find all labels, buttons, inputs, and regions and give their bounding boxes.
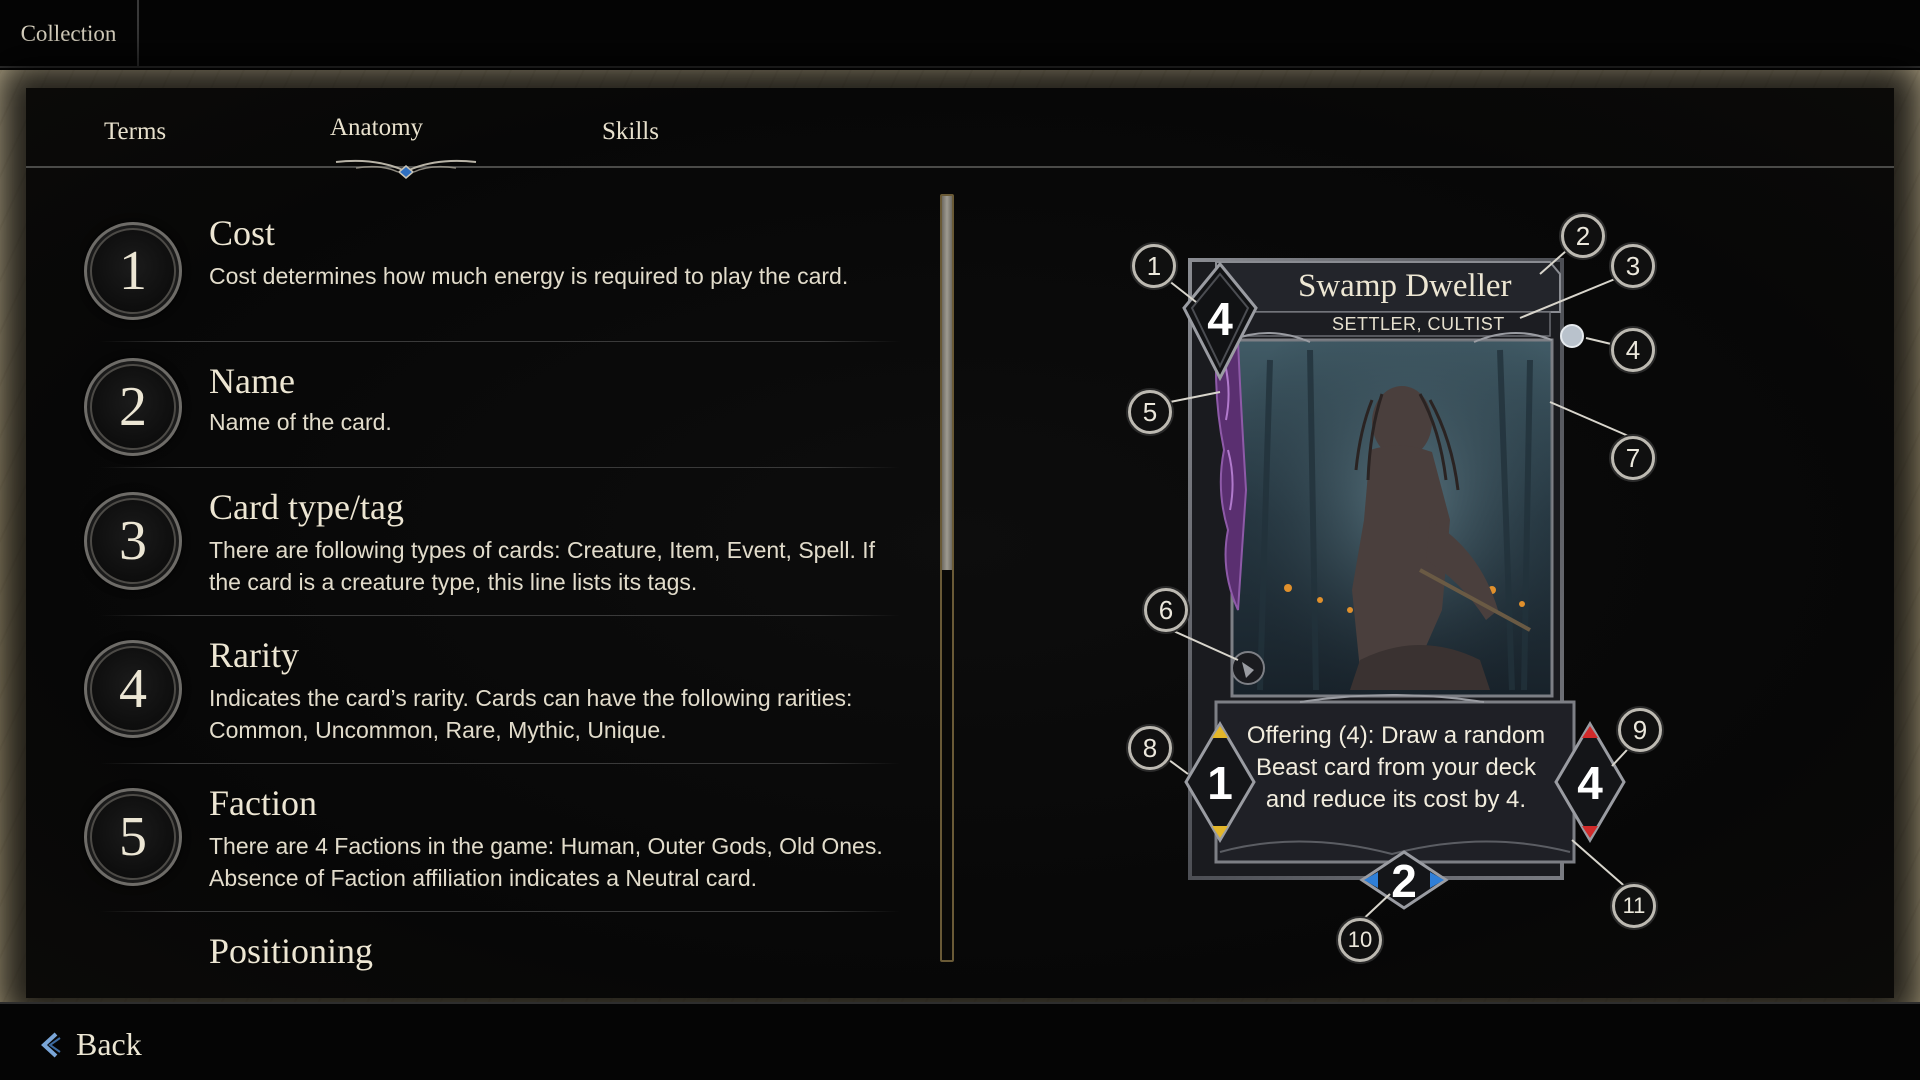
scrollbar[interactable] — [940, 194, 954, 962]
callout-3: 3 — [1611, 244, 1655, 288]
entry-title: Name — [209, 361, 295, 401]
tab-bar: Terms Anatomy Skills — [26, 96, 1894, 179]
callout-4: 4 — [1611, 328, 1655, 372]
entry-description: Indicates the card’s rarity. Cards can h… — [209, 685, 853, 743]
callout-11: 11 — [1612, 884, 1656, 928]
callout-1: 1 — [1132, 244, 1176, 288]
entry-title: Card type/tag — [209, 487, 404, 527]
top-bar: Collection — [0, 0, 1920, 68]
tab-skills[interactable]: Skills — [602, 118, 659, 146]
callout-2: 2 — [1561, 214, 1605, 258]
active-tab-ornament-icon — [335, 159, 477, 179]
list-item: 5 Faction There are 4 Factions in the ga… — [80, 764, 900, 912]
callout-5: 5 — [1128, 390, 1172, 434]
list-item: 3 Card type/tag There are following type… — [80, 468, 900, 616]
back-button[interactable]: Back — [38, 1026, 142, 1063]
list-item: Positioning — [80, 912, 900, 972]
callout-7: 7 — [1611, 436, 1655, 480]
back-label: Back — [76, 1026, 142, 1062]
health-value: 4 — [1577, 757, 1603, 809]
entry-description: Name of the card. — [209, 409, 392, 435]
bottom-bar: Back — [0, 1002, 1920, 1080]
number-badge: 1 — [84, 222, 182, 320]
entry-description: There are 4 Factions in the game: Human,… — [209, 833, 883, 891]
number-badge: 3 — [84, 492, 182, 590]
number-badge: 5 — [84, 788, 182, 886]
anatomy-list[interactable]: 1 Cost Cost determines how much energy i… — [80, 200, 900, 972]
callout-6: 6 — [1144, 588, 1188, 632]
list-item: 1 Cost Cost determines how much energy i… — [80, 200, 900, 342]
list-item: 4 Rarity Indicates the card’s rarity. Ca… — [80, 616, 900, 764]
scrollbar-thumb[interactable] — [942, 196, 952, 570]
tab-anatomy[interactable]: Anatomy — [330, 114, 423, 142]
entry-description: There are following types of cards: Crea… — [209, 537, 876, 595]
callout-9: 9 — [1618, 708, 1662, 752]
cost-value: 4 — [1207, 293, 1233, 345]
entry-title: Faction — [209, 783, 317, 823]
card-ability-text: Offering (4): Draw a random Beast card f… — [1246, 722, 1546, 813]
bottom-value: 2 — [1391, 855, 1417, 907]
callout-8: 8 — [1128, 726, 1172, 770]
tab-terms[interactable]: Terms — [104, 118, 166, 146]
entry-title: Cost — [209, 213, 276, 253]
attack-value: 1 — [1207, 757, 1233, 809]
entry-title: Rarity — [209, 635, 299, 675]
card-tags: SETTLER, CULTIST — [1332, 314, 1505, 334]
number-badge: 4 — [84, 640, 182, 738]
number-badge: 2 — [84, 358, 182, 456]
list-item: 2 Name Name of the card. — [80, 342, 900, 468]
chevron-left-icon — [41, 1032, 61, 1057]
collection-tab[interactable]: Collection — [0, 0, 139, 68]
card-name: Swamp Dweller — [1298, 268, 1512, 304]
entry-description: Cost determines how much energy is requi… — [209, 263, 849, 289]
card-anatomy-diagram: Swamp Dweller SETTLER, CULTIST 4 Offerin… — [1120, 190, 1680, 970]
entry-title: Positioning — [209, 931, 374, 971]
callout-10: 10 — [1338, 918, 1382, 962]
